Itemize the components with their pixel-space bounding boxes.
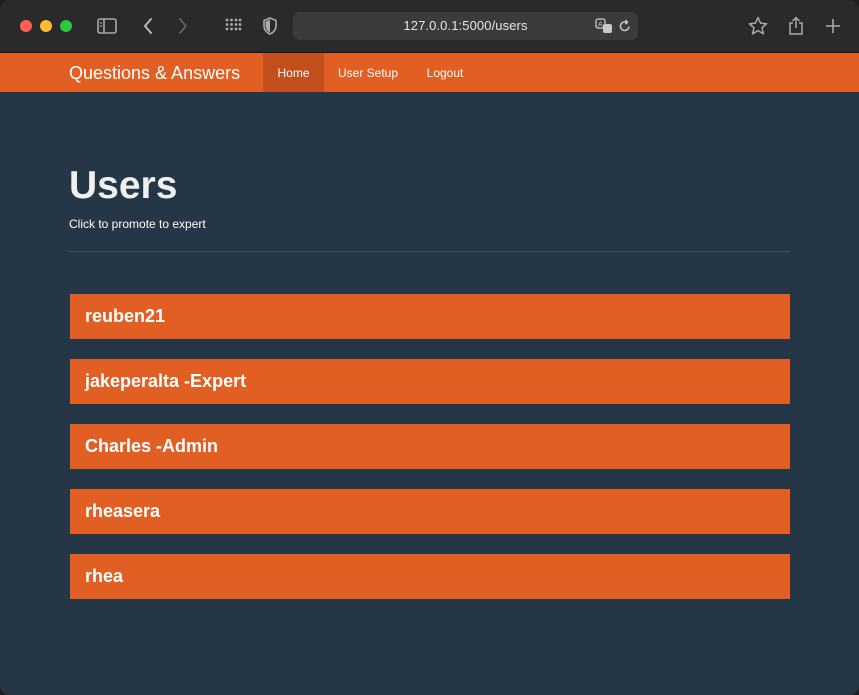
star-icon[interactable]	[746, 14, 770, 38]
back-icon[interactable]	[136, 14, 160, 38]
nav-home[interactable]: Home	[263, 53, 324, 92]
user-item-reuben21[interactable]: reuben21	[70, 294, 790, 339]
brand-link[interactable]: Questions & Answers	[69, 63, 240, 84]
browser-window: 127.0.0.1:5000/users A Questions & Answe…	[0, 0, 859, 695]
minimize-window-button[interactable]	[40, 20, 52, 32]
site-navbar: Questions & Answers Home User Setup Logo…	[0, 53, 859, 92]
url-text[interactable]: 127.0.0.1:5000/users	[293, 18, 638, 33]
divider	[69, 251, 790, 252]
page-title: Users	[69, 164, 178, 207]
user-item-rheasera[interactable]: rheasera	[70, 489, 790, 534]
nav-logout[interactable]: Logout	[416, 53, 474, 92]
sidebar-icon[interactable]	[95, 14, 119, 38]
address-bar[interactable]: 127.0.0.1:5000/users A	[293, 12, 638, 40]
user-list: reuben21 jakeperalta -Expert Charles -Ad…	[70, 294, 790, 619]
browser-toolbar: 127.0.0.1:5000/users A	[0, 0, 859, 53]
user-item-jakeperalta[interactable]: jakeperalta -Expert	[70, 359, 790, 404]
share-icon[interactable]	[784, 14, 808, 38]
svg-text:A: A	[598, 21, 603, 29]
nav-user-setup[interactable]: User Setup	[329, 53, 407, 92]
reload-icon[interactable]	[619, 19, 631, 38]
zoom-window-button[interactable]	[60, 20, 72, 32]
new-tab-icon[interactable]	[821, 14, 845, 38]
user-item-charles[interactable]: Charles -Admin	[70, 424, 790, 469]
page-subtitle: Click to promote to expert	[69, 217, 206, 231]
close-window-button[interactable]	[20, 20, 32, 32]
forward-icon[interactable]	[171, 14, 195, 38]
translate-icon[interactable]: A	[595, 18, 613, 39]
user-item-rhea[interactable]: rhea	[70, 554, 790, 599]
grid-icon[interactable]	[221, 14, 245, 38]
shield-icon[interactable]	[258, 14, 282, 38]
